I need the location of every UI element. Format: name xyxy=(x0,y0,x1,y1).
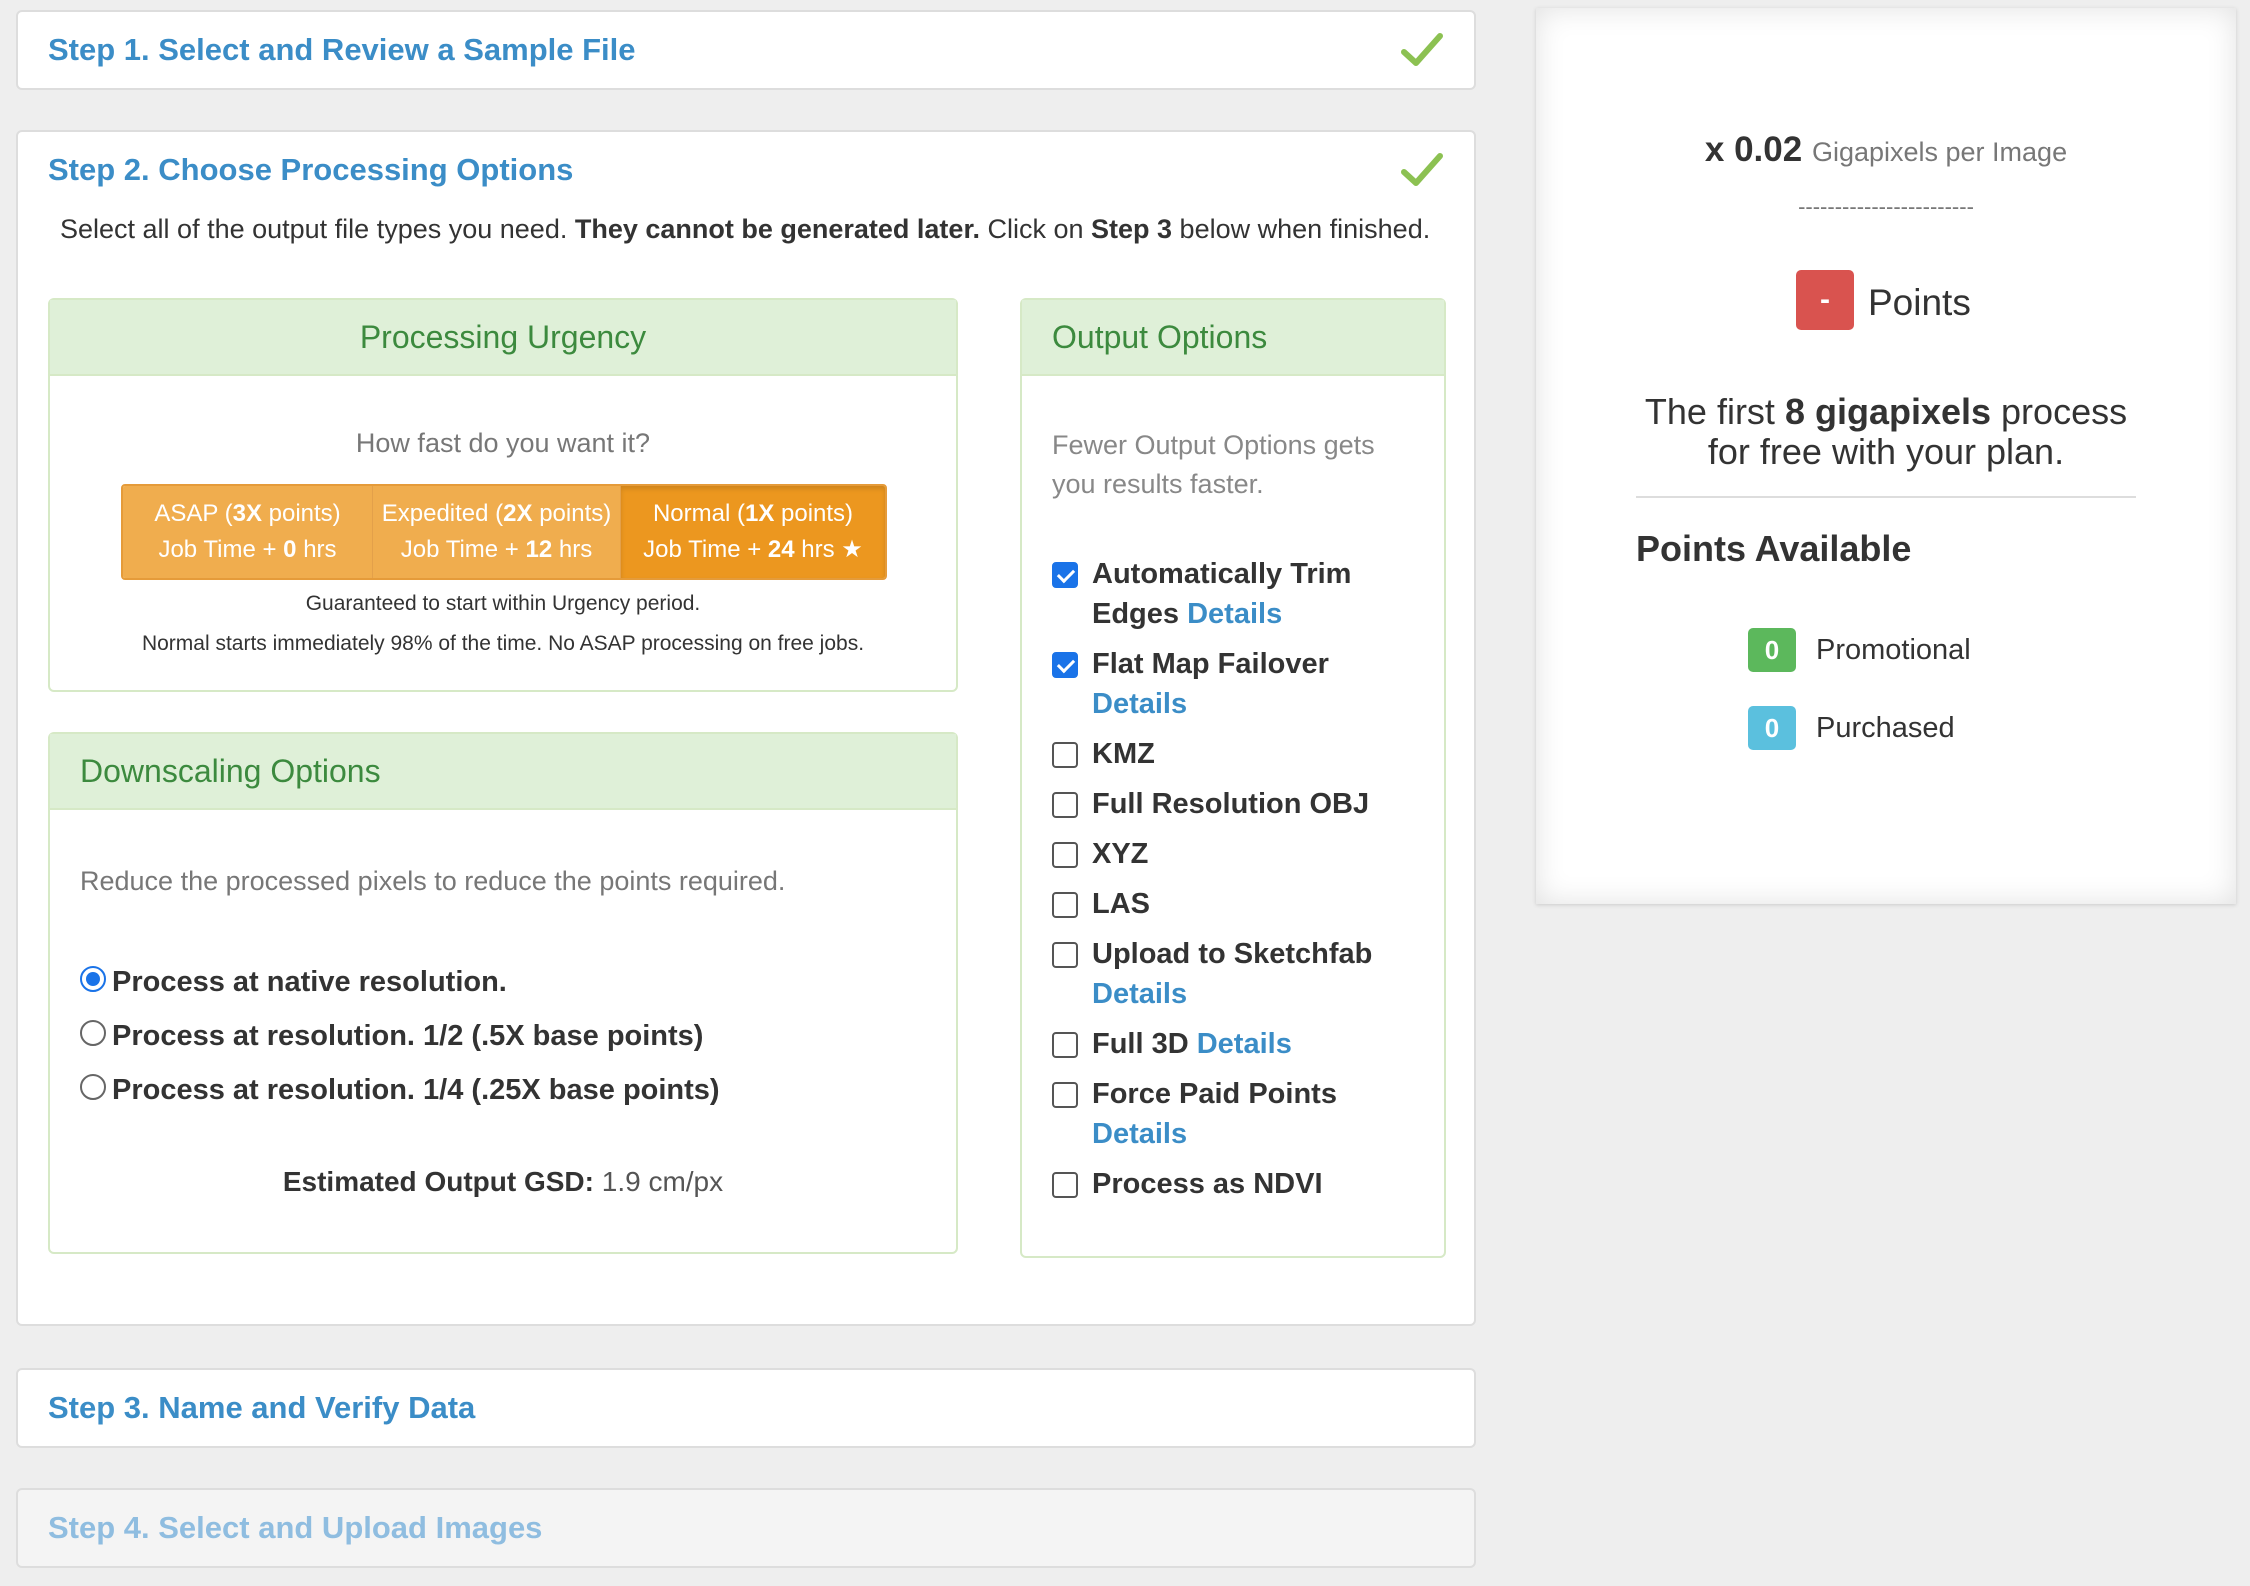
estimated-gsd: Estimated Output GSD: 1.9 cm/px xyxy=(282,1166,724,1197)
urgency-asap-button[interactable]: ASAP (3X points) Job Time + 0 hrs xyxy=(123,486,373,578)
gigapixel-multiplier: x 0.02 Gigapixels per Image xyxy=(1704,130,2068,169)
urgency-panel: Processing Urgency How fast do you want … xyxy=(48,298,958,692)
promotional-label: Promotional xyxy=(1816,634,1971,666)
purchased-badge: 0 xyxy=(1748,706,1796,750)
urgency-note-1: Guaranteed to start within Urgency perio… xyxy=(305,592,701,615)
checkbox-force-paid-points[interactable] xyxy=(1052,1082,1078,1108)
urgency-button-group: ASAP (3X points) Job Time + 0 hrs Expedi… xyxy=(121,484,887,580)
points-label: Points xyxy=(1868,282,1971,323)
urgency-question: How fast do you want it? xyxy=(355,428,651,458)
downscaling-description: Reduce the processed pixels to reduce th… xyxy=(80,866,786,896)
checkmark-icon xyxy=(1401,153,1443,186)
checkbox-sketchfab[interactable] xyxy=(1052,942,1078,968)
radio-native-resolution[interactable] xyxy=(80,966,106,992)
force-paid-details-link[interactable]: Details xyxy=(1092,1114,1337,1154)
urgency-expedited-button[interactable]: Expedited (2X points) Job Time + 12 hrs xyxy=(373,486,621,578)
radio-quarter-resolution[interactable] xyxy=(80,1074,106,1100)
option-full-res-obj[interactable]: Full Resolution OBJ xyxy=(1092,784,1369,824)
option-sketchfab[interactable]: Upload to Sketchfab Details xyxy=(1092,934,1372,1014)
summary-hr xyxy=(1636,496,2136,498)
free-gigapixels-message: The first 8 gigapixels process for free … xyxy=(1644,391,2128,472)
option-force-paid-points[interactable]: Force Paid Points Details xyxy=(1092,1074,1337,1154)
star-icon: ★ xyxy=(841,536,863,563)
step4-panel: Step 4. Select and Upload Images xyxy=(16,1488,1476,1568)
summary-divider: ------------------------ xyxy=(1798,194,1974,219)
step1-title[interactable]: Step 1. Select and Review a Sample File xyxy=(48,32,636,68)
step4-title: Step 4. Select and Upload Images xyxy=(48,1510,543,1545)
flat-map-details-link[interactable]: Details xyxy=(1092,684,1329,724)
option-kmz[interactable]: KMZ xyxy=(1092,734,1155,774)
radio-quarter-resolution-label[interactable]: Process at resolution. 1/4 (.25X base po… xyxy=(112,1074,720,1107)
checkbox-trim-edges[interactable] xyxy=(1052,562,1078,588)
sketchfab-details-link[interactable]: Details xyxy=(1092,974,1372,1014)
checkbox-kmz[interactable] xyxy=(1052,742,1078,768)
option-flat-map-failover[interactable]: Flat Map Failover Details xyxy=(1092,644,1329,724)
full-3d-details-link[interactable]: Details xyxy=(1197,1028,1292,1060)
points-summary-card: x 0.02 Gigapixels per Image ------------… xyxy=(1536,8,2236,904)
step2-title[interactable]: Step 2. Choose Processing Options xyxy=(48,152,573,188)
step1-panel[interactable]: Step 1. Select and Review a Sample File xyxy=(16,10,1476,90)
promotional-badge: 0 xyxy=(1748,628,1796,672)
checkbox-xyz[interactable] xyxy=(1052,842,1078,868)
points-available-title: Points Available xyxy=(1636,528,1912,569)
output-options-description: Fewer Output Options gets you results fa… xyxy=(1052,430,1375,499)
step2-instructions: Select all of the output file types you … xyxy=(60,214,1431,244)
checkbox-ndvi[interactable] xyxy=(1052,1172,1078,1198)
checkbox-flat-map-failover[interactable] xyxy=(1052,652,1078,678)
radio-native-resolution-label[interactable]: Process at native resolution. xyxy=(112,966,507,999)
trim-edges-details-link[interactable]: Details xyxy=(1187,598,1282,630)
downscaling-panel: Downscaling Options Reduce the processed… xyxy=(48,732,958,1254)
downscaling-heading: Downscaling Options xyxy=(50,734,956,810)
checkbox-las[interactable] xyxy=(1052,892,1078,918)
option-trim-edges[interactable]: Automatically Trim Edges Details xyxy=(1092,554,1351,634)
checkbox-full-res-obj[interactable] xyxy=(1052,792,1078,818)
output-options-heading: Output Options xyxy=(1022,300,1444,376)
option-las[interactable]: LAS xyxy=(1092,884,1150,924)
option-xyz[interactable]: XYZ xyxy=(1092,834,1148,874)
step3-panel[interactable]: Step 3. Name and Verify Data xyxy=(16,1368,1476,1448)
option-full-3d[interactable]: Full 3D Details xyxy=(1092,1024,1292,1064)
urgency-note-2: Normal starts immediately 98% of the tim… xyxy=(141,632,865,655)
points-minus-badge: - xyxy=(1796,270,1854,330)
step3-title[interactable]: Step 3. Name and Verify Data xyxy=(48,1390,475,1426)
option-ndvi[interactable]: Process as NDVI xyxy=(1092,1164,1323,1204)
radio-half-resolution[interactable] xyxy=(80,1020,106,1046)
purchased-label: Purchased xyxy=(1816,712,1955,744)
checkmark-icon xyxy=(1401,33,1443,66)
radio-half-resolution-label[interactable]: Process at resolution. 1/2 (.5X base poi… xyxy=(112,1020,703,1053)
urgency-normal-button[interactable]: Normal (1X points) Job Time + 24 hrs ★ xyxy=(621,486,885,578)
output-options-panel: Output Options Fewer Output Options gets… xyxy=(1020,298,1446,1258)
step2-panel: Step 2. Choose Processing Options Select… xyxy=(16,130,1476,1326)
urgency-heading: Processing Urgency xyxy=(50,300,956,376)
checkbox-full-3d[interactable] xyxy=(1052,1032,1078,1058)
